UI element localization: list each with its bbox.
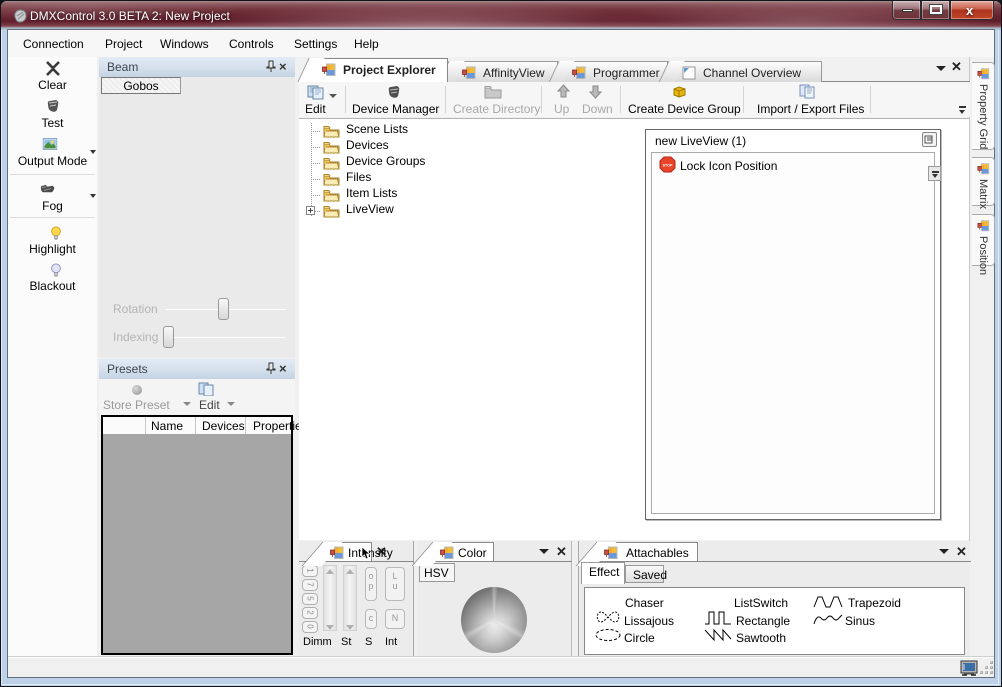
svg-text:STOP: STOP bbox=[663, 164, 673, 168]
